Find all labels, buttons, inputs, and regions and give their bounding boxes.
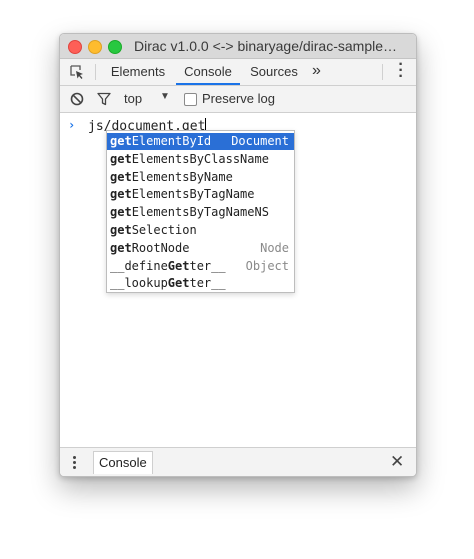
suggestion-match: get (110, 240, 132, 255)
suggestion-match: Get (167, 258, 190, 273)
close-window-button[interactable] (68, 40, 82, 54)
suggestion-label: getElementsByTagNameNS (110, 204, 269, 221)
suggestion-prefix: __lookup (110, 276, 168, 291)
suggestion-rest: ElementById (131, 134, 212, 148)
tab-elements[interactable]: Elements (106, 59, 170, 85)
suggestion-match: get (110, 205, 132, 220)
panel-tab-bar: Elements Console Sources » · · · (60, 57, 416, 86)
execution-context-select[interactable]: top (124, 91, 142, 106)
toolbar-divider (382, 64, 383, 80)
devtools-window: Dirac v1.0.0 <-> binaryage/dirac-sample…… (59, 33, 417, 477)
clear-console-icon[interactable] (70, 92, 84, 106)
dropdown-arrow-icon[interactable]: ▼ (160, 91, 170, 102)
suggestion-match: get (110, 169, 132, 184)
suggestion-label: getElementById (110, 133, 211, 150)
suggestion-type: Document (231, 134, 289, 148)
suggestion-rest: ElementsByTagNameNS (131, 205, 269, 220)
prompt-chevron-icon: › (68, 118, 76, 132)
suggestion-type: Node (260, 240, 289, 255)
preserve-log-label[interactable]: Preserve log (202, 91, 275, 106)
suggestion-type: Object (245, 258, 289, 273)
suggestion-match: get (110, 223, 132, 237)
autocomplete-suggest-box: getElementById Document getElementsByClass… (106, 130, 295, 293)
suggestion-label: getElementsByClassName (110, 151, 269, 168)
drawer-menu-icon[interactable] (73, 456, 77, 471)
close-drawer-icon[interactable]: ✕ (390, 452, 404, 472)
suggestion-label: getElementsByName (110, 169, 233, 186)
suggestion-match: Get (167, 276, 190, 291)
suggestion-rest: ElementsByName (131, 169, 233, 184)
suggestion-match: get (110, 134, 132, 148)
drawer-tab-console[interactable]: Console (93, 451, 153, 474)
suggestion-prefix: __define (110, 258, 168, 273)
suggestion-label: getRootNode (110, 240, 189, 257)
suggestion-item[interactable]: getSelection (107, 222, 294, 239)
title-bar: Dirac v1.0.0 <-> binaryage/dirac-sample… (60, 34, 416, 59)
suggestion-item[interactable]: __defineGetter__ Object (107, 258, 294, 275)
toolbar-divider (95, 64, 96, 80)
customize-menu-icon[interactable]: · · · (397, 57, 405, 85)
suggestion-item[interactable]: getRootNode Node (107, 240, 294, 257)
tab-sources[interactable]: Sources (246, 59, 302, 85)
suggestion-item[interactable]: getElementsByTagNameNS (107, 204, 294, 221)
filter-icon[interactable] (97, 92, 111, 106)
maximize-window-button[interactable] (108, 40, 122, 54)
suggestion-label: getElementsByTagName (110, 186, 255, 203)
suggestion-item[interactable]: getElementsByClassName (107, 151, 294, 168)
drawer-bar: Console ✕ (60, 447, 416, 476)
suggestion-label: getSelection (110, 222, 197, 239)
suggestion-label: __lookupGetter__ (110, 275, 226, 292)
suggestion-item[interactable]: getElementById Document (107, 133, 294, 150)
suggestion-label: __defineGetter__ (110, 258, 226, 275)
suggestion-rest: RootNode (131, 240, 190, 255)
suggestion-rest: ElementsByTagName (131, 187, 255, 202)
suggestion-match: get (110, 187, 132, 202)
console-toolbar: top ▼ Preserve log (60, 86, 416, 113)
suggestion-rest: ter__ (189, 276, 226, 291)
minimize-window-button[interactable] (88, 40, 102, 54)
suggestion-item[interactable]: __lookupGetter__ (107, 275, 294, 292)
suggestion-item[interactable]: getElementsByTagName (107, 186, 294, 203)
preserve-log-checkbox[interactable] (184, 93, 197, 106)
suggestion-rest: ter__ (189, 258, 226, 273)
console-output[interactable]: › js/document.get getElementById Document… (60, 113, 416, 447)
inspect-element-icon[interactable] (69, 64, 85, 80)
suggestion-rest: ElementsByClassName (131, 151, 269, 166)
tab-console[interactable]: Console (176, 59, 240, 85)
suggestion-match: get (110, 151, 132, 166)
more-tabs-chevron-icon[interactable]: » (312, 62, 321, 80)
window-title: Dirac v1.0.0 <-> binaryage/dirac-sample… (134, 38, 398, 54)
suggestion-item[interactable]: getElementsByName (107, 169, 294, 186)
suggestion-rest: Selection (131, 223, 197, 237)
